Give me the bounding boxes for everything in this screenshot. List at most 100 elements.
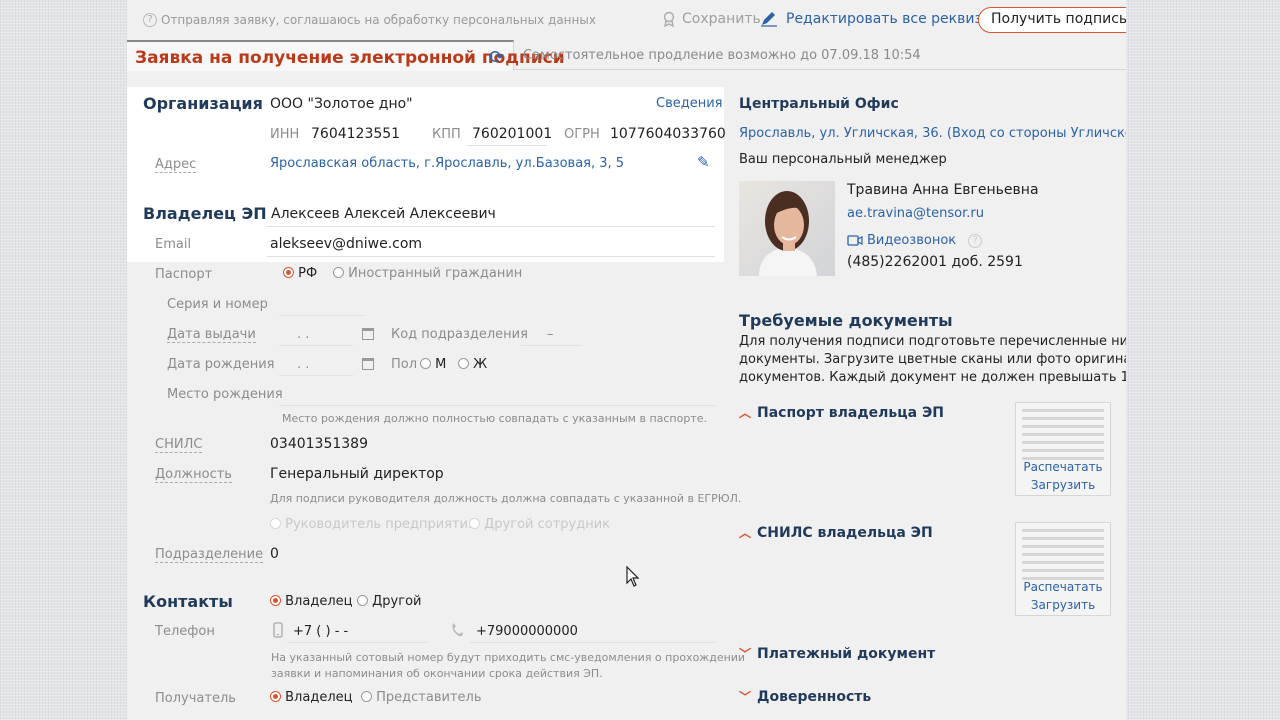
title-bar: Заявка на получение электронной подписи … xyxy=(127,40,1126,71)
recipient-owner-option[interactable]: Владелец xyxy=(270,690,352,705)
office-heading: Центральный Офис xyxy=(739,96,899,112)
upload-link[interactable]: Загрузить xyxy=(1016,598,1110,612)
inn-value: 7604123551 xyxy=(311,126,401,142)
print-link[interactable]: Распечатать xyxy=(1016,580,1110,594)
manager-phone: (485)2262001 доб. 2591 xyxy=(847,254,1023,270)
doc-payment-toggle[interactable]: ﹀ Платежный документ xyxy=(739,645,935,662)
owner-heading: Владелец ЭП xyxy=(143,204,267,223)
recipient-rep-option[interactable]: Представитель xyxy=(361,690,482,705)
doc-snils-title: СНИЛС владельца ЭП xyxy=(757,525,933,541)
radio-icon xyxy=(469,518,480,529)
radio-icon xyxy=(357,595,368,606)
position-label[interactable]: Должность xyxy=(155,467,232,483)
division-field[interactable]: 0 xyxy=(270,546,279,562)
details-link[interactable]: Сведения xyxy=(656,96,723,111)
documents-desc-line: документов. Каждый документ не должен пр… xyxy=(739,370,1126,385)
address-label[interactable]: Адрес xyxy=(155,157,197,173)
contact-other-option[interactable]: Другой xyxy=(357,594,421,609)
division-label[interactable]: Подразделение xyxy=(155,547,264,563)
consent-note: ? Отправляя заявку, соглашаюсь на обрабо… xyxy=(143,13,596,27)
mobile-phone-icon xyxy=(273,622,283,638)
doc-passport-toggle[interactable]: ︿ Паспорт владельца ЭП xyxy=(739,404,944,421)
phone-handset-icon xyxy=(452,623,463,637)
office-address-link[interactable]: Ярославль, ул. Угличская, 36. (Вход со с… xyxy=(739,126,1126,141)
contact-owner-option[interactable]: Владелец xyxy=(270,594,352,609)
passport-foreign-label: Иностранный гражданин xyxy=(348,266,523,281)
edit-address-icon[interactable]: ✎ xyxy=(697,153,710,171)
documents-description: Для получения подписи подготовьте перечи… xyxy=(739,333,1126,387)
manager-name: Травина Анна Евгеньевна xyxy=(847,182,1039,198)
doc-passport-thumbnail: Распечатать Загрузить xyxy=(1015,402,1111,496)
recipient-rep-label: Представитель xyxy=(376,690,482,705)
kpp-label: КПП xyxy=(432,127,461,142)
snils-label[interactable]: СНИЛС xyxy=(155,437,203,453)
calendar-icon[interactable] xyxy=(362,358,374,370)
edit-all-button[interactable]: Редактировать все реквизиты xyxy=(760,11,1010,27)
radio-selected-icon xyxy=(283,267,294,278)
sex-label: Пол xyxy=(391,357,418,372)
email-label: Email xyxy=(155,237,192,252)
documents-heading: Требуемые документы xyxy=(739,311,953,330)
radio-selected-icon xyxy=(270,595,281,606)
get-signature-button[interactable]: Получить подпись xyxy=(978,7,1126,33)
role-head-option[interactable]: Руководитель предприятия xyxy=(270,517,476,532)
passport-label: Паспорт xyxy=(155,267,213,282)
sex-m-label: М xyxy=(435,357,447,372)
contact-owner-label: Владелец xyxy=(285,594,353,609)
title-tab: Заявка на получение электронной подписи … xyxy=(127,40,565,71)
sex-m-option[interactable]: М xyxy=(420,357,446,372)
top-toolbar: ? Отправляя заявку, соглашаюсь на обрабо… xyxy=(127,0,1126,40)
video-camera-icon xyxy=(847,235,863,246)
print-link[interactable]: Распечатать xyxy=(1016,460,1110,474)
manager-caption: Ваш персональный менеджер xyxy=(739,152,947,167)
chevron-down-icon: ﹀ xyxy=(739,690,752,704)
dept-code-field[interactable]: – xyxy=(547,327,554,342)
video-call-label: Видеозвонок xyxy=(867,233,957,248)
issue-date-label[interactable]: Дата выдачи xyxy=(167,327,256,343)
email-field[interactable]: alekseev@dniwe.com xyxy=(270,236,422,252)
series-field[interactable] xyxy=(279,315,365,316)
contacts-heading: Контакты xyxy=(143,592,233,611)
owner-name-field[interactable]: Алексеев Алексей Алексеевич xyxy=(271,206,496,222)
passport-foreign-option[interactable]: Иностранный гражданин xyxy=(333,266,522,281)
phone-field[interactable]: +79000000000 xyxy=(476,624,578,639)
medal-icon xyxy=(663,11,675,27)
doc-passport-title: Паспорт владельца ЭП xyxy=(757,405,944,421)
birth-place-field[interactable] xyxy=(279,405,715,406)
consent-text: Отправляя заявку, соглашаюсь на обработк… xyxy=(161,13,596,27)
doc-snils-toggle[interactable]: ︿ СНИЛС владельца ЭП xyxy=(739,524,933,541)
birth-place-label: Место рождения xyxy=(167,387,283,402)
radio-icon xyxy=(420,358,431,369)
kpp-value: 760201001 xyxy=(472,126,553,142)
sex-f-option[interactable]: Ж xyxy=(458,357,487,372)
refresh-icon[interactable]: ⟳ xyxy=(489,47,504,68)
mouse-cursor-icon xyxy=(626,566,640,587)
inn-label: ИНН xyxy=(270,127,300,142)
save-button[interactable]: Сохранить xyxy=(662,11,761,27)
issue-date-field[interactable]: . . xyxy=(297,327,309,342)
upload-link[interactable]: Загрузить xyxy=(1016,478,1110,492)
doc-power-of-attorney-title: Доверенность xyxy=(757,689,872,705)
snils-field[interactable]: 03401351389 xyxy=(270,436,368,452)
birth-date-field[interactable]: . . xyxy=(297,357,309,372)
passport-rf-option[interactable]: РФ xyxy=(283,266,317,281)
organization-panel xyxy=(127,87,724,262)
manager-email-link[interactable]: ae.travina@tensor.ru xyxy=(847,206,984,221)
video-call-link[interactable]: Видеозвонок ? xyxy=(847,233,983,248)
doc-payment-title: Платежный документ xyxy=(757,646,936,662)
passport-rf-label: РФ xyxy=(298,266,318,281)
help-icon[interactable]: ? xyxy=(143,13,157,27)
calendar-icon[interactable] xyxy=(362,328,374,340)
help-icon[interactable]: ? xyxy=(968,233,983,248)
role-other-option[interactable]: Другой сотрудник xyxy=(469,517,610,532)
position-field[interactable]: Генеральный директор xyxy=(270,466,444,482)
document-preview-icon xyxy=(1022,409,1104,461)
mobile-phone-field[interactable]: +7 ( ) - - xyxy=(293,624,348,639)
contact-other-label: Другой xyxy=(372,594,422,609)
address-value[interactable]: Ярославская область, г.Ярославль, ул.Баз… xyxy=(270,156,624,171)
manager-avatar xyxy=(739,181,835,276)
edit-all-label: Редактировать все реквизиты xyxy=(786,11,1011,27)
doc-power-of-attorney-toggle[interactable]: ﹀ Доверенность xyxy=(739,688,871,705)
chevron-up-icon: ︿ xyxy=(739,406,752,420)
radio-icon xyxy=(458,358,469,369)
